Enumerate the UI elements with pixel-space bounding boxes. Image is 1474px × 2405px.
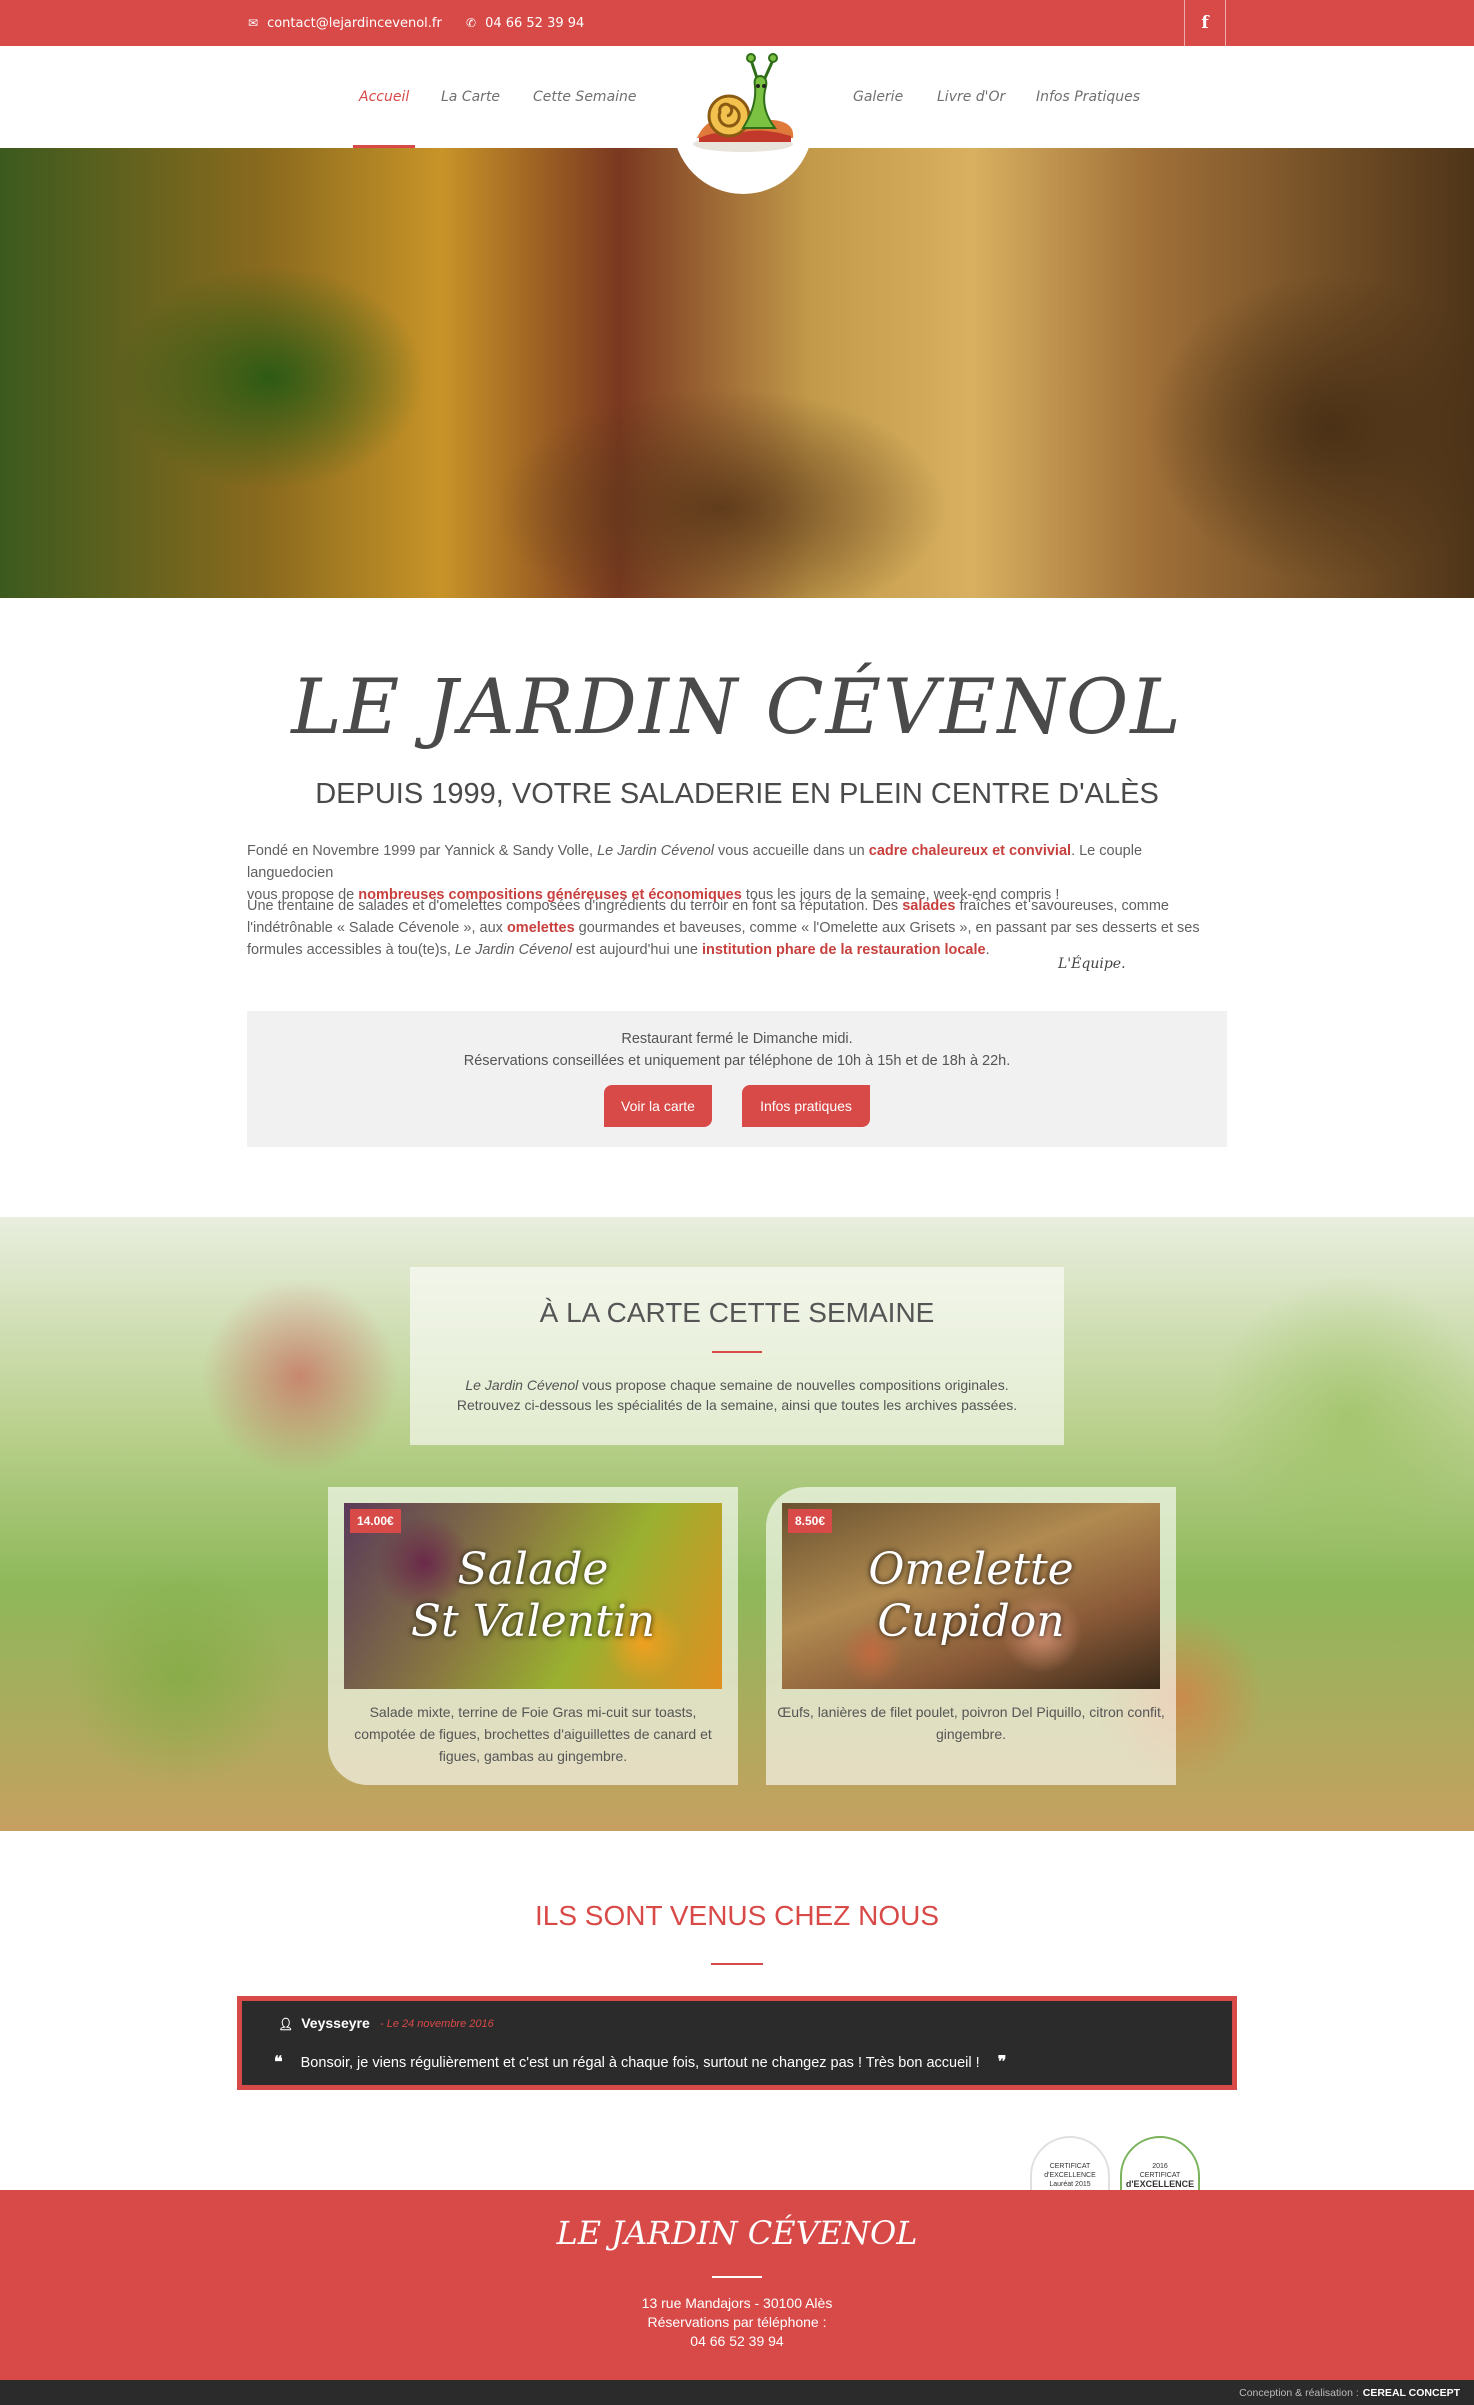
infos-pratiques-button[interactable]: Infos pratiques [742, 1085, 870, 1127]
weekly-specials-section: À LA CARTE CETTE SEMAINE Le Jardin Céven… [0, 1217, 1474, 1831]
weekly-header: À LA CARTE CETTE SEMAINE Le Jardin Céven… [410, 1267, 1064, 1445]
footer: LE JARDIN CÉVENOL 13 rue Mandajors - 301… [0, 2190, 1474, 2380]
nav-item-la-carte[interactable]: La Carte [441, 46, 500, 148]
weekly-intro-line-2: Retrouvez ci-dessous les spécialités de … [456, 1397, 1018, 1413]
facebook-icon[interactable]: f [1184, 0, 1226, 46]
title-divider [712, 1351, 762, 1353]
email-text: contact@lejardincevenol.fr [267, 15, 442, 31]
site-title: LE JARDIN CÉVENOL [291, 662, 1183, 751]
nav-item-livre-dor[interactable]: Livre d'Or [937, 46, 1005, 148]
dish-description: Salade mixte, terrine de Foie Gras mi-cu… [354, 1704, 712, 1764]
footer-address: 13 rue Mandajors - 30100 Alès [641, 2295, 833, 2311]
email-link[interactable]: ✉ contact@lejardincevenol.fr [248, 0, 442, 46]
user-icon: 👤︎ [278, 2017, 294, 2031]
phone-icon: ✆ [466, 16, 477, 30]
intro-paragraph-2: Une trentaine de salades et d'omelettes … [247, 898, 1200, 958]
signature: L'Équipe. [1058, 956, 1126, 972]
nav-item-infos-pratiques[interactable]: Infos Pratiques [1036, 46, 1140, 148]
closing-notice: Restaurant fermé le Dimanche midi. [621, 1031, 853, 1047]
snail-logo-icon [693, 53, 794, 152]
nav-item-cette-semaine[interactable]: Cette Semaine [533, 46, 637, 148]
open-quote-icon: ❝ [274, 2054, 283, 2071]
dish-description: Œufs, lanières de filet poulet, poivron … [777, 1704, 1165, 1742]
dish-name: Salade St Valentin [410, 1544, 656, 1647]
weekly-intro-line-1: Le Jardin Cévenol vous propose chaque se… [465, 1377, 1009, 1393]
voir-la-carte-button[interactable]: Voir la carte [604, 1085, 712, 1127]
site-logo[interactable] [673, 46, 813, 194]
nav-item-accueil[interactable]: Accueil [352, 46, 416, 148]
site-subtitle: DEPUIS 1999, VOTRE SALADERIE EN PLEIN CE… [315, 778, 1159, 810]
special-card-salade[interactable]: 14.00€ Salade St Valentin Salade mixte, t… [328, 1487, 738, 1785]
nav-item-galerie[interactable]: Galerie [853, 46, 903, 148]
review-quote: ❝ Bonsoir, je viens régulièrement et c'e… [274, 2054, 1007, 2071]
phone-text: 04 66 52 39 94 [485, 15, 585, 31]
opening-info-box: Restaurant fermé le Dimanche midi. Réser… [247, 1011, 1227, 1147]
top-bar: ✉ contact@lejardincevenol.fr ✆ 04 66 52 … [0, 0, 1474, 46]
title-divider [711, 1963, 763, 1965]
testimonials-title: ILS SONT VENUS CHEZ NOUS [534, 1900, 939, 1931]
envelope-icon: ✉ [248, 16, 259, 30]
price-badge: 14.00€ [350, 1509, 401, 1533]
phone-link[interactable]: ✆ 04 66 52 39 94 [466, 0, 584, 46]
review-author: 👤︎ Veysseyre [278, 2015, 370, 2031]
footer-reservations: Réservations par téléphone : [647, 2314, 827, 2330]
copyright-prefix: Conception & réalisation : [1239, 2386, 1359, 2399]
dish-name: Omelette Cupidon [868, 1544, 1074, 1647]
footer-divider [712, 2276, 762, 2278]
agency-link[interactable]: CEREAL CONCEPT [1363, 2387, 1460, 2399]
copyright-bar: Conception & réalisation : CEREAL CONCEP… [0, 2380, 1474, 2405]
review-date: - Le 24 novembre 2016 [380, 2018, 494, 2030]
salade-photo: 14.00€ Salade St Valentin [344, 1503, 722, 1689]
reservation-notice: Réservations conseillées et uniquement p… [463, 1053, 1011, 1069]
hero-image [0, 148, 1474, 598]
price-badge: 8.50€ [788, 1509, 833, 1533]
close-quote-icon: ❞ [997, 2054, 1007, 2071]
omelette-photo: 8.50€ Omelette Cupidon [782, 1503, 1160, 1689]
weekly-title: À LA CARTE CETTE SEMAINE [539, 1297, 935, 1328]
footer-title: LE JARDIN CÉVENOL [556, 2214, 918, 2252]
testimonial-card: 👤︎ Veysseyre - Le 24 novembre 2016 ❝ Bons… [237, 1996, 1237, 2090]
footer-phone[interactable]: 04 66 52 39 94 [0, 2333, 1474, 2349]
special-card-omelette[interactable]: 8.50€ Omelette Cupidon Œufs, lanières de … [766, 1487, 1176, 1785]
